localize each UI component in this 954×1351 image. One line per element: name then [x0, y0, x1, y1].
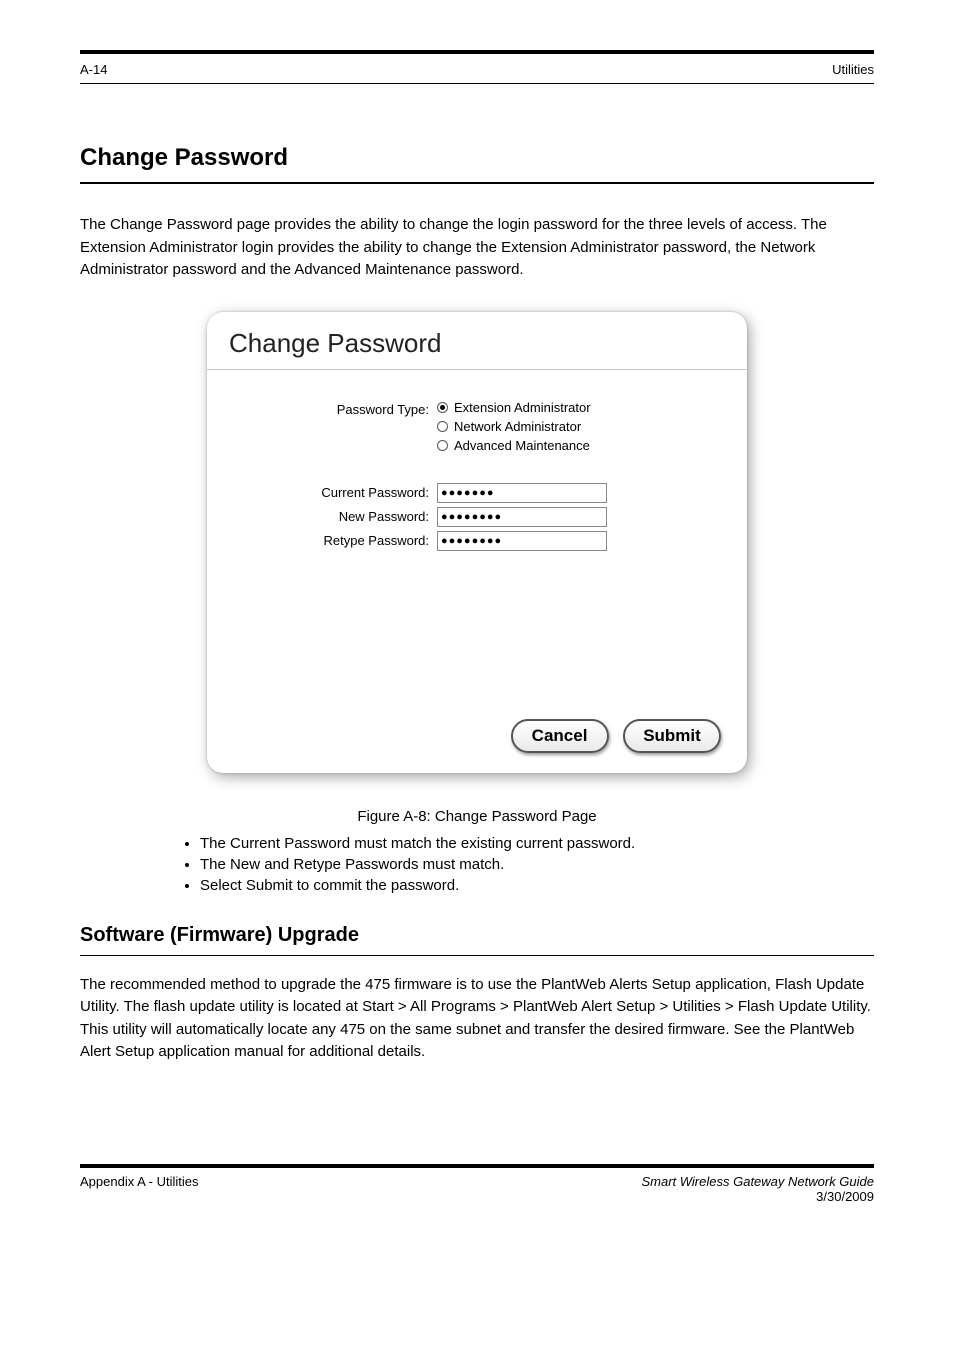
section-title-firmware: Software (Firmware) Upgrade: [80, 924, 874, 947]
panel-title: Change Password: [229, 328, 725, 359]
chapter-intro: The Change Password page provides the ab…: [80, 214, 874, 282]
radio-label: Extension Administrator: [454, 400, 591, 415]
radio-extension-admin[interactable]: Extension Administrator: [437, 400, 717, 415]
panel-body: Password Type: Extension Administrator N…: [207, 370, 747, 705]
section-underline: [80, 955, 874, 956]
list-item: The New and Retype Passwords must match.: [200, 856, 874, 873]
new-password-row: New Password: ●●●●●●●●: [237, 507, 717, 527]
new-password-input[interactable]: ●●●●●●●●: [437, 507, 607, 527]
retype-password-row: Retype Password: ●●●●●●●●: [237, 531, 717, 551]
panel-header: Change Password: [207, 312, 747, 370]
radio-icon: [437, 421, 448, 432]
panel-footer: Cancel Submit: [207, 705, 747, 773]
header-rule-thick: [80, 50, 874, 54]
radio-label: Network Administrator: [454, 419, 581, 434]
header-left: A-14: [80, 62, 107, 77]
radio-label: Advanced Maintenance: [454, 438, 590, 453]
retype-password-input[interactable]: ●●●●●●●●: [437, 531, 607, 551]
list-item: Select Submit to commit the password.: [200, 877, 874, 894]
figure-wrapper: Change Password Password Type: Extension…: [80, 312, 874, 778]
submit-button[interactable]: Submit: [623, 719, 721, 753]
chapter-underline: [80, 182, 874, 184]
chapter-title: Change Password: [80, 144, 874, 172]
current-password-label: Current Password:: [237, 483, 437, 500]
radio-icon: [437, 402, 448, 413]
radio-advanced-maintenance[interactable]: Advanced Maintenance: [437, 438, 717, 453]
footer-rule: [80, 1164, 874, 1168]
cancel-button[interactable]: Cancel: [511, 719, 609, 753]
bullet-list: The Current Password must match the exis…: [80, 835, 874, 894]
radio-icon: [437, 440, 448, 451]
header-rule-thin: [80, 83, 874, 84]
radio-network-admin[interactable]: Network Administrator: [437, 419, 717, 434]
change-password-panel: Change Password Password Type: Extension…: [207, 312, 747, 773]
page-header: A-14 Utilities: [80, 58, 874, 83]
retype-password-label: Retype Password:: [237, 531, 437, 548]
figure-caption: Figure A-8: Change Password Page: [80, 808, 874, 825]
section-firmware-text: The recommended method to upgrade the 47…: [80, 974, 874, 1064]
header-right: Utilities: [832, 62, 874, 77]
footer-left: Appendix A - Utilities: [80, 1174, 199, 1204]
footer-guide-name: Smart Wireless Gateway Network Guide: [641, 1174, 874, 1189]
password-type-options: Extension Administrator Network Administ…: [437, 400, 717, 457]
footer-date: 3/30/2009: [816, 1189, 874, 1204]
new-password-label: New Password:: [237, 507, 437, 524]
current-password-row: Current Password: ●●●●●●●: [237, 483, 717, 503]
page-footer: Appendix A - Utilities Smart Wireless Ga…: [80, 1164, 874, 1204]
password-type-label: Password Type:: [237, 400, 437, 417]
current-password-input[interactable]: ●●●●●●●: [437, 483, 607, 503]
list-item: The Current Password must match the exis…: [200, 835, 874, 852]
password-type-row: Password Type: Extension Administrator N…: [237, 400, 717, 457]
